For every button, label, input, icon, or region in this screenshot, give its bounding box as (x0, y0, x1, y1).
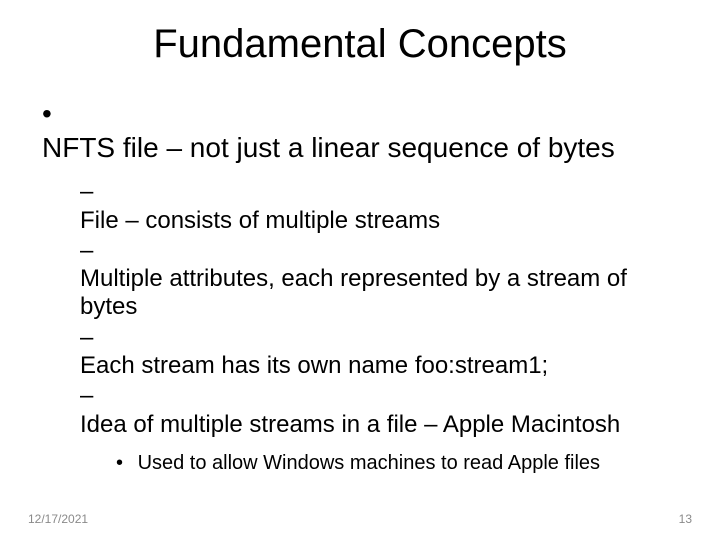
dash-icon: – (80, 324, 98, 352)
bullet-level-2-group: – File – consists of multiple streams – … (42, 178, 678, 475)
dash-icon: – (80, 382, 98, 410)
bullet-level-3: • Used to allow Windows machines to read… (116, 451, 678, 475)
slide-body: • NFTS file – not just a linear sequence… (0, 77, 720, 475)
bullet-text: Idea of multiple streams in a file – App… (80, 411, 654, 439)
bullet-level-2: – Each stream has its own name foo:strea… (80, 324, 678, 381)
footer-date: 12/17/2021 (28, 512, 88, 526)
bullet-text: NFTS file – not just a linear sequence o… (42, 131, 650, 165)
bullet-level-2: – File – consists of multiple streams (80, 178, 678, 235)
bullet-level-2: – Multiple attributes, each represented … (80, 237, 678, 322)
slide-title: Fundamental Concepts (0, 0, 720, 77)
bullet-level-1: • NFTS file – not just a linear sequence… (42, 97, 678, 164)
bullet-level-2: – Idea of multiple streams in a file – A… (80, 382, 678, 439)
dash-icon: – (80, 237, 98, 265)
bullet-level-3-group: • Used to allow Windows machines to read… (80, 441, 678, 475)
bullet-text: Multiple attributes, each represented by… (80, 265, 654, 322)
dash-icon: – (80, 178, 98, 206)
bullet-text: Each stream has its own name foo:stream1… (80, 352, 654, 380)
bullet-text: Used to allow Windows machines to read A… (138, 451, 678, 475)
bullet-dot-icon: • (42, 97, 64, 131)
footer-page-number: 13 (679, 512, 692, 526)
slide: Fundamental Concepts • NFTS file – not j… (0, 0, 720, 540)
bullet-dot-icon: • (116, 451, 132, 475)
bullet-text: File – consists of multiple streams (80, 207, 654, 235)
